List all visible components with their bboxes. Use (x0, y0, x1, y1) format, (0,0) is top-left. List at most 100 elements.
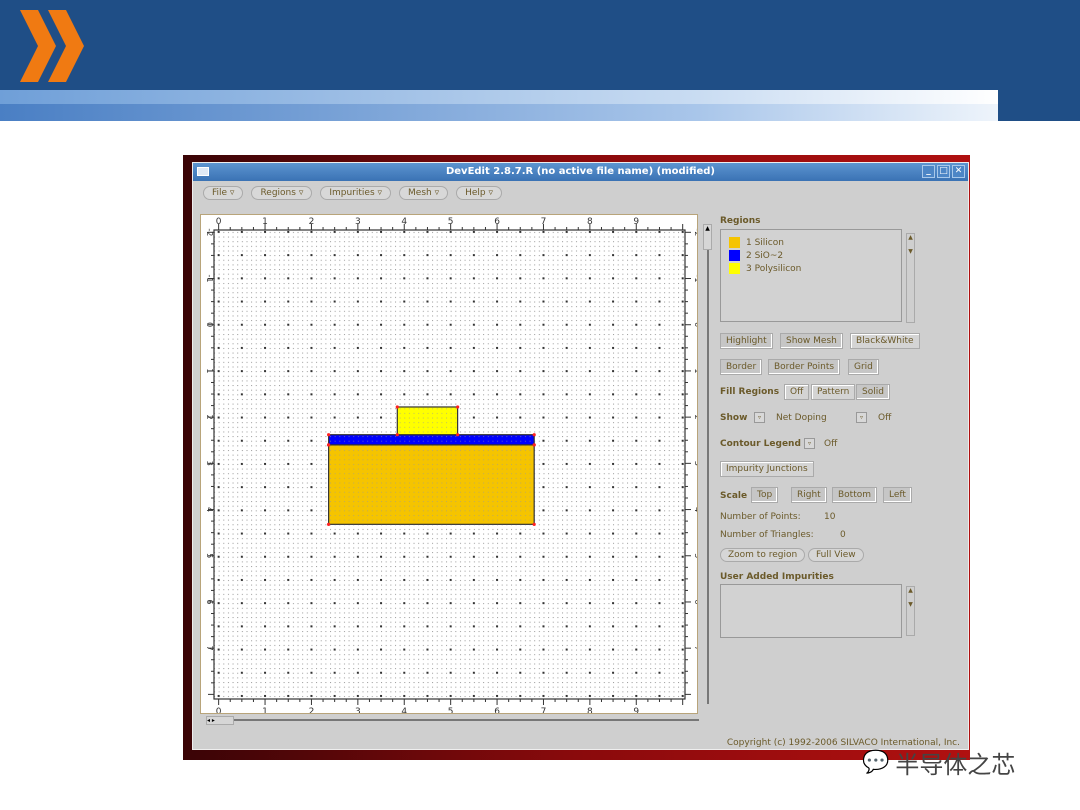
y-tick-label-left: -2 (205, 228, 214, 236)
number-of-triangles-value: 0 (840, 530, 846, 540)
region-label: 2 SiO~2 (746, 251, 784, 261)
user-added-impurities-heading: User Added Impurities (720, 572, 834, 582)
y-tick-label-left: 1 (205, 368, 214, 373)
region-list-item[interactable]: 2 SiO~2 (729, 250, 801, 263)
y-tick-label-right: 5 (693, 553, 697, 558)
canvas-vertical-scrollbar[interactable]: ▲ (703, 214, 712, 714)
user-impurities-scrollbar[interactable]: ▲ ▼ (906, 586, 915, 636)
region-list-item[interactable]: 3 Polysilicon (729, 263, 801, 276)
x-tick-label-bottom: 6 (494, 707, 500, 713)
menu-label: Help (465, 188, 486, 198)
number-of-points-value: 10 (824, 512, 836, 522)
menu-label: Regions (260, 188, 296, 198)
x-tick-label-top: 4 (401, 217, 407, 227)
regions-list-scrollbar[interactable]: ▲ ▼ (906, 233, 915, 323)
region-color-swatch (729, 263, 740, 274)
scale-right-toggle[interactable]: Right (791, 487, 827, 503)
y-tick-label-left: 2 (205, 415, 214, 420)
region-mesh-dots (328, 434, 535, 445)
zoom-to-region-button[interactable]: Zoom to region (720, 548, 806, 562)
show-label: Show (720, 413, 748, 423)
control-panel: Regions 1 Silicon 2 SiO~2 3 Polysilicon ▲ ▼… (720, 163, 970, 751)
y-tick-label-right: 1 (693, 368, 697, 373)
y-tick-label-right: -1 (693, 275, 697, 283)
region-vertex-point (395, 433, 399, 437)
watermark: 💬 半导体之芯 (862, 745, 1015, 780)
scale-top-toggle[interactable]: Top (751, 487, 779, 503)
window-menu-icon[interactable] (197, 167, 209, 176)
fill-pattern-button[interactable]: Pattern (811, 384, 856, 400)
region-color-swatch (729, 237, 740, 248)
full-view-button[interactable]: Full View (808, 548, 864, 562)
x-tick-label-bottom: 9 (633, 707, 639, 713)
show-dropdown2-icon[interactable]: ▿ (856, 412, 867, 423)
x-tick-label-top: 7 (541, 217, 547, 227)
y-tick-label-right: 3 (693, 461, 697, 466)
x-tick-label-bottom: 5 (448, 707, 454, 713)
contour-legend-dropdown-icon[interactable]: ▿ (804, 438, 815, 449)
number-of-triangles-label: Number of Triangles: (720, 530, 814, 540)
menu-regions[interactable]: Regions ▿ (251, 186, 313, 200)
scale-bottom-toggle[interactable]: Bottom (832, 487, 878, 503)
region-vertex-point (327, 522, 331, 526)
y-tick-label-right: 0 (693, 322, 697, 327)
devedit-window: DevEdit 2.8.7.R (no active file name) (m… (192, 162, 969, 750)
y-tick-label-left: -1 (205, 275, 214, 283)
scale-label: Scale (720, 491, 748, 501)
regions-list[interactable]: 1 Silicon 2 SiO~2 3 Polysilicon (720, 229, 902, 322)
number-of-points-label: Number of Points: (720, 512, 801, 522)
region-label: 1 Silicon (746, 238, 784, 248)
show-dropdown-icon[interactable]: ▿ (754, 412, 765, 423)
y-tick-label-right: 7 (693, 646, 697, 651)
fill-solid-button[interactable]: Solid (856, 384, 890, 400)
region-vertex-point (532, 433, 536, 437)
menu-label: File (212, 188, 228, 198)
fill-off-button[interactable]: Off (784, 384, 810, 400)
impurity-junctions-button[interactable]: Impurity Junctions (720, 461, 814, 477)
menu-file[interactable]: File ▿ (203, 186, 244, 200)
scale-left-toggle[interactable]: Left (883, 487, 912, 503)
region-color-swatch (729, 250, 740, 261)
fill-regions-label: Fill Regions (720, 387, 780, 397)
highlight-toggle[interactable]: Highlight (720, 333, 773, 349)
menubar: File ▿ Regions ▿ Impurities ▿ Mesh ▿ Hel… (203, 186, 503, 200)
region-list-item[interactable]: 1 Silicon (729, 237, 801, 250)
menu-impurities[interactable]: Impurities ▿ (320, 186, 392, 200)
x-tick-label-top: 9 (633, 217, 639, 227)
x-tick-label-top: 6 (494, 217, 500, 227)
menu-mesh[interactable]: Mesh ▿ (399, 186, 449, 200)
x-tick-label-bottom: 2 (309, 707, 315, 713)
y-tick-label-right: 4 (693, 507, 697, 512)
grid-toggle[interactable]: Grid (848, 359, 879, 375)
y-tick-label-left: 7 (205, 646, 214, 651)
x-tick-label-bottom: 8 (587, 707, 593, 713)
menu-label: Mesh (408, 188, 432, 198)
structure-plot[interactable]: 0 0 1 1 2 2 3 3 4 4 5 5 6 6 7 7 8 8 9 9 -2 -2 -1 -1 0 0 1 1 2 2 3 3 4 4 5 5… (201, 215, 702, 717)
y-tick-label-left: 6 (205, 599, 214, 604)
x-tick-label-top: 2 (309, 217, 315, 227)
x-tick-label-top: 3 (355, 217, 361, 227)
y-tick-label-left: 0 (205, 322, 214, 327)
border-toggle[interactable]: Border (720, 359, 763, 375)
x-tick-label-bottom: 4 (401, 707, 407, 713)
region-mesh-dots (328, 444, 535, 525)
x-tick-label-bottom: 3 (355, 707, 361, 713)
x-tick-label-top: 8 (587, 217, 593, 227)
chevron-logo-icon (20, 10, 84, 82)
canvas-horizontal-scrollbar[interactable]: ◂ ▸ (203, 716, 699, 725)
user-impurities-list[interactable] (720, 584, 902, 638)
x-tick-label-bottom: 7 (541, 707, 547, 713)
region-vertex-point (532, 522, 536, 526)
regions-heading: Regions (720, 216, 761, 226)
region-vertex-point (456, 433, 460, 437)
y-tick-label-right: 6 (693, 599, 697, 604)
structure-canvas[interactable]: 0 0 1 1 2 2 3 3 4 4 5 5 6 6 7 7 8 8 9 9 -2 -2 -1 -1 0 0 1 1 2 2 3 3 4 4 5 5… (200, 214, 702, 717)
contour-legend-value: Off (824, 439, 838, 449)
menu-help[interactable]: Help ▿ (456, 186, 503, 200)
show-mesh-toggle[interactable]: Show Mesh (780, 333, 843, 349)
region-vertex-point (456, 405, 460, 409)
black-white-toggle[interactable]: Black&White (850, 333, 920, 349)
x-tick-label-top: 1 (262, 217, 268, 227)
border-points-toggle[interactable]: Border Points (768, 359, 841, 375)
region-vertex-point (395, 405, 399, 409)
